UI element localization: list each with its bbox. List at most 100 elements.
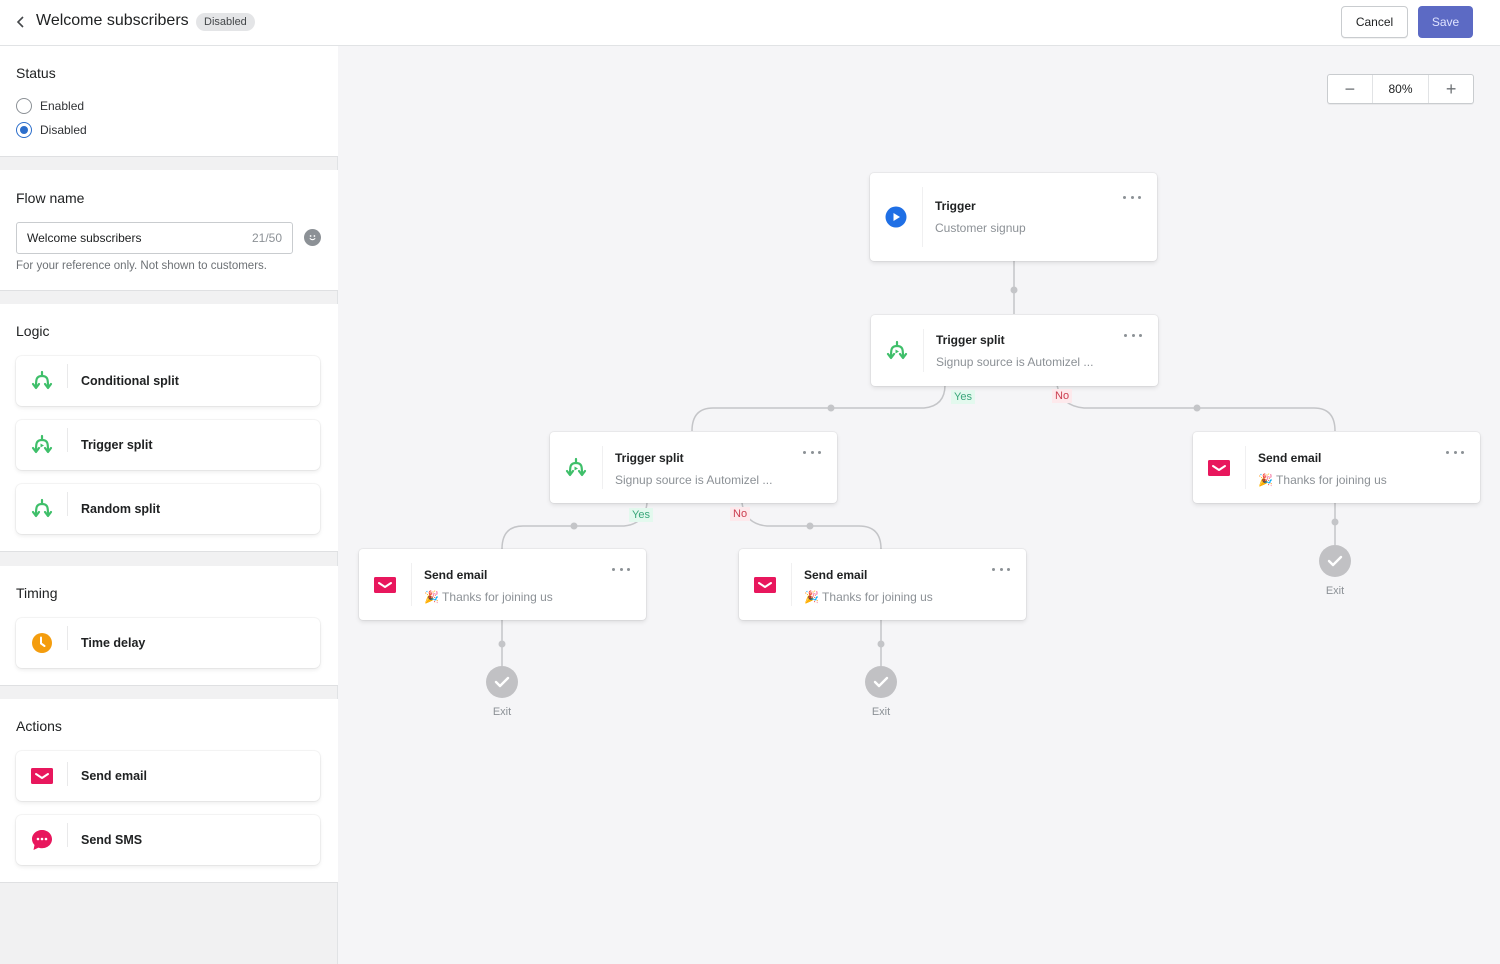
check-icon (1327, 555, 1343, 567)
connector-dot (877, 640, 885, 648)
dot (1138, 195, 1141, 199)
exit-node (1319, 545, 1351, 577)
radio-button-checked[interactable] (16, 122, 32, 138)
emoji-button[interactable] (304, 229, 321, 246)
email-icon (31, 768, 53, 784)
status-section: Status Enabled Disabled (0, 46, 338, 157)
node-title: Trigger split (936, 333, 1005, 347)
cancel-button[interactable]: Cancel (1341, 6, 1408, 38)
split-icon (31, 370, 53, 390)
flow-name-section: Flow name Welcome subscribers 21/50 For … (0, 170, 338, 291)
branch-label-no: No (730, 507, 751, 521)
timing-section: Timing Time delay (0, 566, 338, 686)
divider (411, 563, 412, 606)
email-icon (374, 576, 396, 593)
dot (999, 567, 1003, 571)
connector-dot (1010, 286, 1018, 294)
radio-disabled[interactable]: Disabled (16, 122, 87, 138)
more-options-button[interactable] (612, 563, 630, 575)
page-title: Welcome subscribers (36, 12, 189, 29)
node-trigger[interactable]: Trigger Customer signup (870, 173, 1157, 261)
divider (1245, 446, 1246, 489)
dot (1130, 195, 1134, 199)
save-button[interactable]: Save (1418, 6, 1473, 38)
node-subtitle: 🎉 Thanks for joining us (804, 590, 933, 604)
palette-send-sms[interactable]: Send SMS (16, 815, 320, 865)
palette-send-email[interactable]: Send email (16, 751, 320, 801)
node-trigger-split-1[interactable]: Trigger split Signup source is Automizel… (871, 315, 1158, 386)
dot (992, 567, 995, 571)
more-options-button[interactable] (803, 446, 821, 458)
radio-button[interactable] (16, 98, 32, 114)
actions-title: Actions (16, 718, 62, 734)
timing-title: Timing (16, 585, 58, 601)
node-subtitle: Signup source is Automizel ... (615, 473, 773, 487)
palette-label: Send SMS (81, 833, 143, 847)
dot (1131, 333, 1135, 337)
flow-name-help: For your reference only. Not shown to cu… (16, 260, 267, 272)
palette-trigger-split[interactable]: Trigger split (16, 420, 320, 470)
more-options-button[interactable] (1124, 329, 1142, 341)
dot (1139, 333, 1142, 337)
dot (818, 450, 821, 454)
branch-label-no: No (1052, 389, 1073, 403)
back-button[interactable] (12, 12, 30, 32)
palette-label: Time delay (81, 636, 146, 650)
check-icon (494, 676, 510, 688)
email-icon (1208, 459, 1230, 476)
top-bar: Welcome subscribers Disabled Cancel Save (0, 0, 1500, 46)
more-options-button[interactable] (1446, 446, 1464, 458)
status-title: Status (16, 65, 56, 81)
radio-label: Enabled (40, 99, 85, 113)
palette-label: Trigger split (81, 438, 153, 452)
connector-dot (1331, 518, 1339, 526)
node-title: Send email (424, 568, 488, 582)
actions-section: Actions Send email Send SMS (0, 699, 338, 883)
connector-dot (1193, 404, 1201, 412)
node-trigger-split-2[interactable]: Trigger split Signup source is Automizel… (550, 432, 837, 503)
flow-canvas[interactable]: − 80% + Trigger Customer signup Trigger … (339, 46, 1500, 964)
sidebar: Status Enabled Disabled Flow name Welcom… (0, 46, 338, 964)
dot (810, 450, 814, 454)
node-title: Trigger (935, 199, 976, 213)
connector-dot (806, 522, 814, 530)
flow-name-value[interactable]: Welcome subscribers (27, 231, 252, 245)
status-badge: Disabled (196, 13, 255, 31)
exit-label: Exit (871, 706, 891, 718)
char-count: 21/50 (251, 231, 282, 245)
palette-time-delay[interactable]: Time delay (16, 618, 320, 668)
flow-name-input[interactable]: Welcome subscribers 21/50 (16, 222, 293, 254)
palette-random-split[interactable]: Random split (16, 484, 320, 534)
dot (619, 567, 623, 571)
check-icon (873, 676, 889, 688)
radio-label: Disabled (40, 123, 87, 137)
trigger-split-icon (565, 457, 587, 476)
branch-label-yes: Yes (629, 508, 653, 522)
smiley-icon (309, 235, 316, 241)
split-icon (31, 498, 53, 518)
palette-label: Random split (81, 502, 161, 516)
dot (612, 567, 615, 571)
palette-conditional-split[interactable]: Conditional split (16, 356, 320, 406)
palette-label: Conditional split (81, 374, 179, 388)
more-options-button[interactable] (992, 563, 1010, 575)
more-options-button[interactable] (1123, 191, 1141, 203)
logic-title: Logic (16, 323, 50, 339)
play-icon (885, 206, 907, 228)
exit-label: Exit (1325, 585, 1345, 597)
node-subtitle: 🎉 Thanks for joining us (424, 590, 553, 604)
branch-label-yes: Yes (951, 390, 975, 404)
dot (627, 567, 630, 571)
email-icon (754, 576, 776, 593)
exit-label: Exit (492, 706, 512, 718)
divider (602, 446, 603, 489)
node-subtitle: Signup source is Automizel ... (936, 355, 1094, 369)
connector-dot (570, 522, 578, 530)
dot (1446, 450, 1449, 454)
radio-enabled[interactable]: Enabled (16, 98, 84, 114)
node-send-email-left[interactable]: Send email 🎉 Thanks for joining us (359, 549, 646, 620)
node-send-email-right[interactable]: Send email 🎉 Thanks for joining us (1193, 432, 1480, 503)
trigger-split-icon (31, 434, 53, 454)
dot (1123, 195, 1126, 199)
node-send-email-middle[interactable]: Send email 🎉 Thanks for joining us (739, 549, 1026, 620)
